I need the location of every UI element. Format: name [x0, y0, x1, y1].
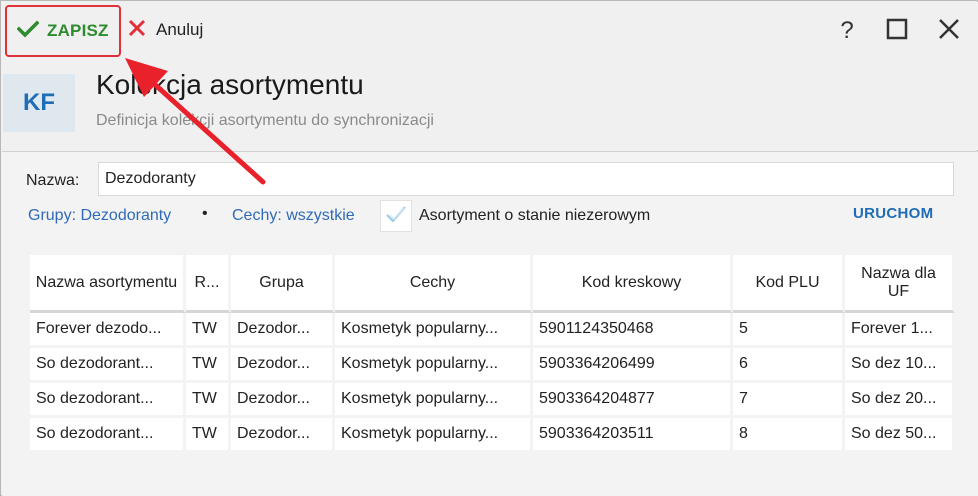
- table-row[interactable]: So dezodorant... TW Dezodor... Kosmetyk …: [30, 418, 955, 453]
- column-header-name[interactable]: Nazwa asortymentu: [30, 255, 186, 313]
- column-header-type[interactable]: R...: [186, 255, 231, 313]
- cell-group: Dezodor...: [231, 348, 335, 383]
- cell-group: Dezodor...: [231, 418, 335, 453]
- cell-plu: 8: [733, 418, 845, 453]
- cell-name: So dezodorant...: [30, 383, 186, 418]
- cell-uf-name: So dez 50...: [845, 418, 955, 453]
- cell-barcode: 5901124350468: [533, 313, 733, 348]
- checkmark-icon: [384, 203, 408, 230]
- cell-group: Dezodor...: [231, 313, 335, 348]
- cell-features: Kosmetyk popularny...: [335, 383, 533, 418]
- page-subtitle: Definicja kolekcji asortymentu do synchr…: [96, 112, 434, 129]
- filter-row: Grupy: Dezodoranty • Cechy: wszystkie As…: [28, 200, 958, 234]
- cell-name: So dezodorant...: [30, 418, 186, 453]
- dialog-window: ZAPISZ Anuluj ? KF Kolekcja asortymentu …: [0, 0, 978, 496]
- close-x-icon: [128, 19, 146, 42]
- cell-name: So dezodorant...: [30, 348, 186, 383]
- name-label: Nazwa:: [26, 172, 80, 189]
- cell-name: Forever dezodo...: [30, 313, 186, 348]
- close-window-button[interactable]: [932, 14, 966, 48]
- cell-plu: 5: [733, 313, 845, 348]
- cell-plu: 7: [733, 383, 845, 418]
- nonzero-stock-checkbox[interactable]: [380, 200, 412, 232]
- column-header-uf-name[interactable]: Nazwa dla UF: [845, 255, 955, 313]
- toolbar: ZAPISZ Anuluj ?: [2, 2, 978, 58]
- groups-link[interactable]: Grupy: Dezodoranty: [28, 207, 171, 225]
- save-button-label: ZAPISZ: [47, 21, 109, 40]
- dialog-header: KF Kolekcja asortymentu Definicja kolekc…: [2, 58, 978, 150]
- maximize-icon: [886, 18, 908, 45]
- maximize-button[interactable]: [880, 14, 914, 48]
- help-button[interactable]: ?: [830, 14, 864, 48]
- features-link[interactable]: Cechy: wszystkie: [232, 207, 355, 225]
- save-button[interactable]: ZAPISZ: [5, 5, 121, 57]
- cell-barcode: 5903364206499: [533, 348, 733, 383]
- table-row[interactable]: So dezodorant... TW Dezodor... Kosmetyk …: [30, 383, 955, 418]
- separator-bullet: •: [202, 205, 208, 222]
- nonzero-stock-label: Asortyment o stanie niezerowym: [419, 207, 651, 224]
- table-row[interactable]: Forever dezodo... TW Dezodor... Kosmetyk…: [30, 313, 955, 348]
- close-icon: [938, 18, 960, 45]
- name-input[interactable]: [98, 162, 954, 196]
- table-row[interactable]: So dezodorant... TW Dezodor... Kosmetyk …: [30, 348, 955, 383]
- cell-features: Kosmetyk popularny...: [335, 418, 533, 453]
- cell-features: Kosmetyk popularny...: [335, 313, 533, 348]
- cell-uf-name: So dez 10...: [845, 348, 955, 383]
- cancel-button[interactable]: Anuluj: [128, 14, 203, 46]
- cell-type: TW: [186, 313, 231, 348]
- assortment-table: Nazwa asortymentu R... Grupa Cechy Kod k…: [30, 255, 955, 453]
- checkmark-icon: [16, 20, 40, 43]
- form-content: Nazwa: Grupy: Dezodoranty • Cechy: wszys…: [2, 151, 978, 496]
- column-header-barcode[interactable]: Kod kreskowy: [533, 255, 733, 313]
- run-button[interactable]: URUCHOM: [853, 205, 933, 222]
- column-header-features[interactable]: Cechy: [335, 255, 533, 313]
- module-logo: KF: [3, 74, 75, 132]
- table-header-row: Nazwa asortymentu R... Grupa Cechy Kod k…: [30, 255, 955, 313]
- column-header-group[interactable]: Grupa: [231, 255, 335, 313]
- cell-barcode: 5903364203511: [533, 418, 733, 453]
- cancel-button-label: Anuluj: [156, 20, 204, 39]
- cell-uf-name: So dez 20...: [845, 383, 955, 418]
- cell-type: TW: [186, 348, 231, 383]
- cell-plu: 6: [733, 348, 845, 383]
- cell-type: TW: [186, 418, 231, 453]
- page-title: Kolekcja asortymentu: [96, 69, 364, 100]
- cell-group: Dezodor...: [231, 383, 335, 418]
- cell-features: Kosmetyk popularny...: [335, 348, 533, 383]
- cell-type: TW: [186, 383, 231, 418]
- help-icon: ?: [840, 17, 854, 44]
- column-header-plu[interactable]: Kod PLU: [733, 255, 845, 313]
- cell-uf-name: Forever 1...: [845, 313, 955, 348]
- cell-barcode: 5903364204877: [533, 383, 733, 418]
